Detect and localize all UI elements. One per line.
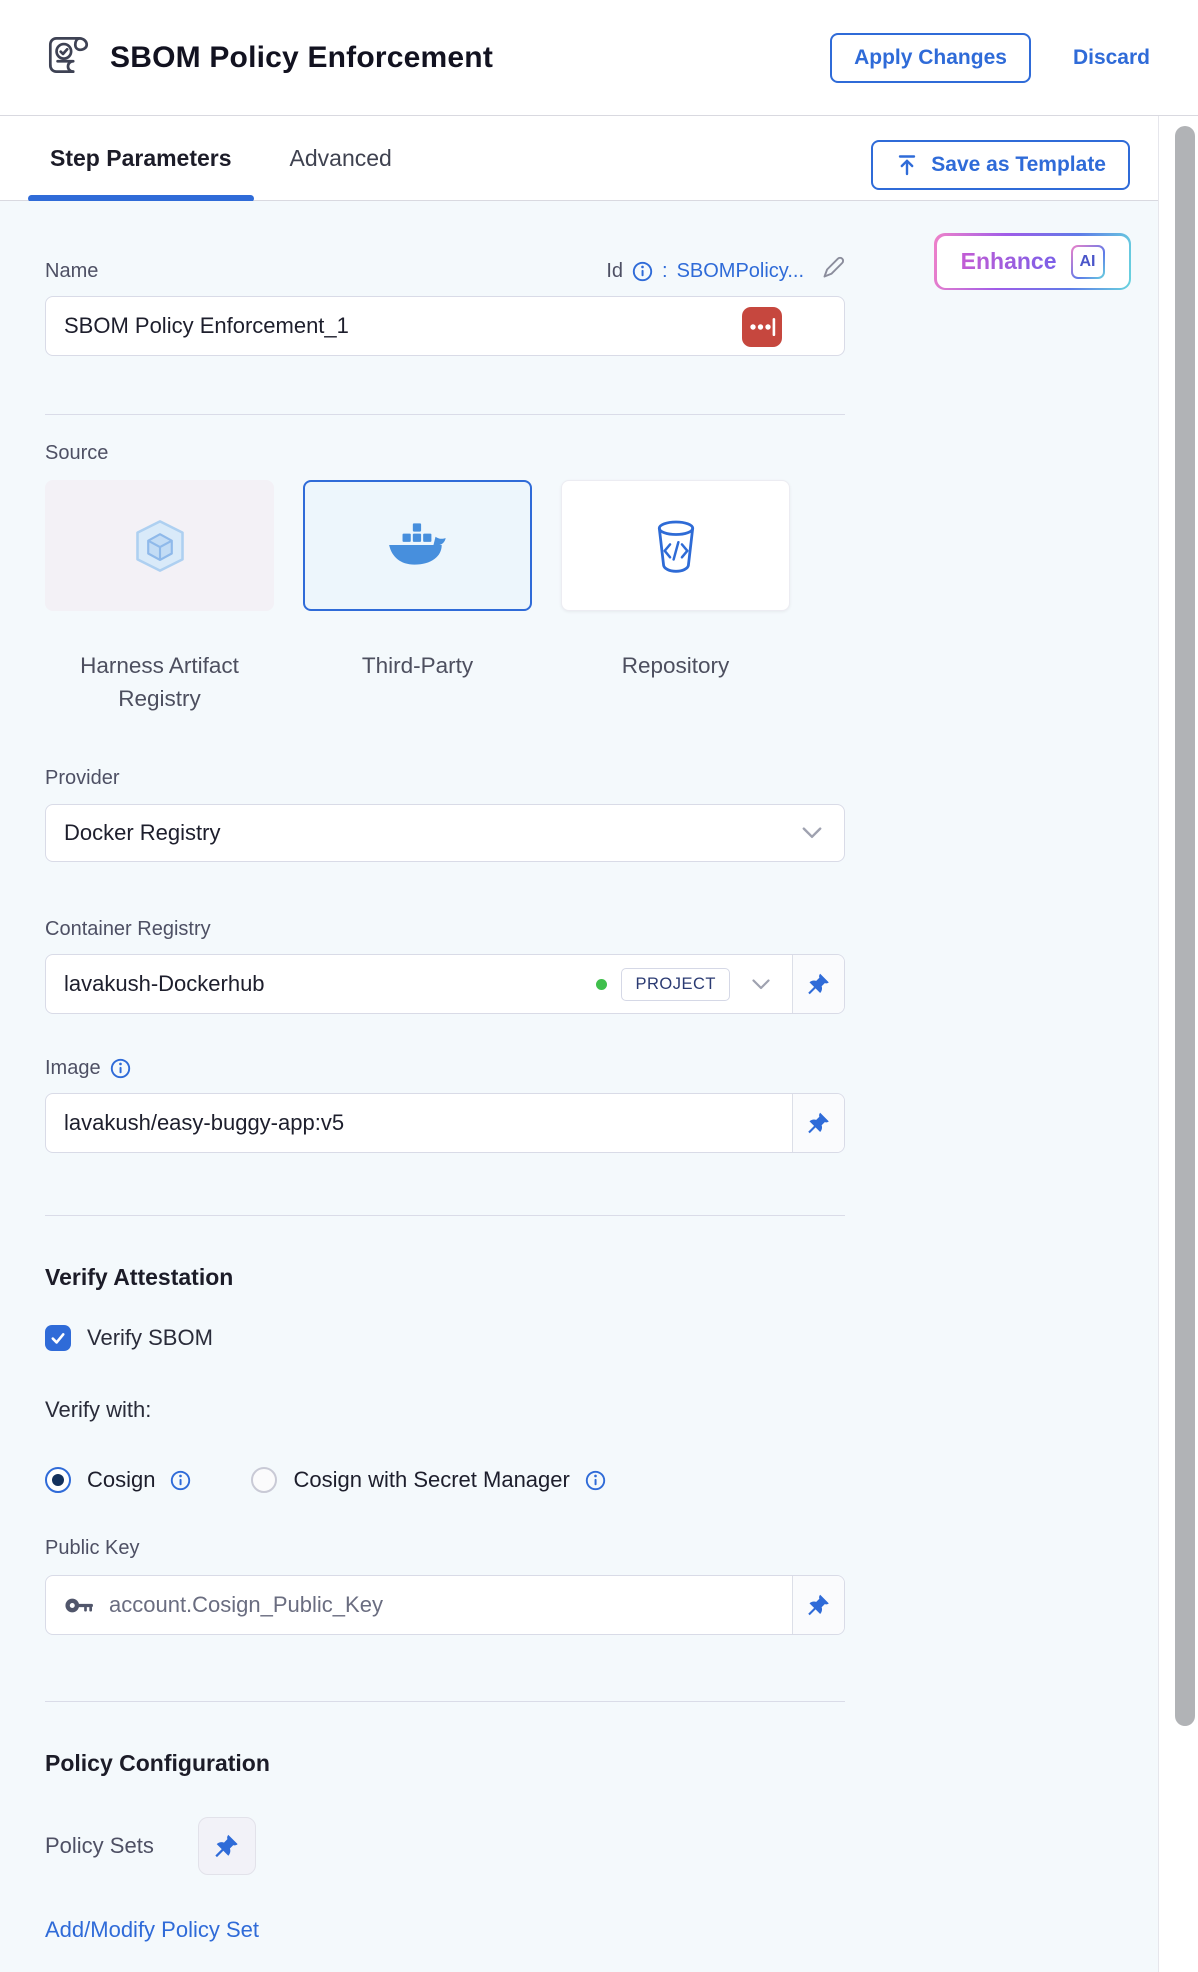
tab-advanced[interactable]: Advanced: [268, 116, 414, 200]
image-label-row: Image: [45, 1057, 845, 1080]
verify-with-radio-group: Cosign Cosign with Secret Manager: [45, 1467, 845, 1493]
name-row: Name Id : SBOMPolicy...: [45, 256, 845, 286]
pin-input-type-button[interactable]: [792, 955, 844, 1013]
pin-icon: [807, 1593, 830, 1617]
name-input[interactable]: SBOM Policy Enforcement_1: [45, 296, 845, 356]
pin-icon: [807, 1111, 830, 1135]
connector-status-dot: [596, 979, 607, 990]
chevron-down-icon: [802, 827, 822, 839]
source-cards: Harness Artifact Registry: [45, 480, 845, 715]
apply-changes-button[interactable]: Apply Changes: [830, 33, 1031, 83]
container-registry-input[interactable]: lavakush-Dockerhub PROJECT: [46, 955, 792, 1013]
public-key-label: Public Key: [45, 1537, 845, 1560]
radio-selected-icon[interactable]: [45, 1467, 71, 1493]
provider-select[interactable]: Docker Registry: [45, 804, 845, 862]
info-icon[interactable]: [585, 1470, 606, 1491]
radio-cosign[interactable]: Cosign: [45, 1467, 191, 1493]
pin-icon: [807, 972, 830, 996]
source-option-repository[interactable]: Repository: [561, 480, 790, 715]
policy-sets-pin-button[interactable]: [198, 1817, 256, 1875]
policy-configuration-heading: Policy Configuration: [45, 1750, 845, 1777]
tab-step-parameters-label: Step Parameters: [50, 145, 232, 172]
public-key-value: account.Cosign_Public_Key: [109, 1592, 776, 1618]
sbom-policy-enforcement-panel: SBOM Policy Enforcement Apply Changes Di…: [0, 0, 1198, 1972]
id-label: Id: [606, 260, 623, 283]
verify-sbom-checkbox[interactable]: [45, 1325, 71, 1351]
verify-sbom-checkbox-row[interactable]: Verify SBOM: [45, 1325, 845, 1351]
container-registry-field: lavakush-Dockerhub PROJECT: [45, 954, 845, 1014]
apply-changes-label: Apply Changes: [854, 46, 1007, 70]
page-title: SBOM Policy Enforcement: [110, 41, 493, 75]
enhance-label: Enhance: [961, 248, 1057, 275]
panel-header: SBOM Policy Enforcement Apply Changes Di…: [0, 0, 1198, 116]
info-icon[interactable]: [632, 261, 653, 282]
repository-icon: [650, 518, 702, 574]
chevron-down-icon[interactable]: [752, 979, 770, 990]
id-value: SBOMPolicy...: [677, 260, 804, 283]
name-input-value: SBOM Policy Enforcement_1: [64, 313, 349, 339]
divider: [45, 414, 845, 415]
source-option-third-party[interactable]: Third-Party: [303, 480, 532, 715]
divider: [45, 1701, 845, 1702]
container-registry-value: lavakush-Dockerhub: [64, 971, 582, 997]
tab-bar: Step Parameters Advanced Save as Templat…: [0, 116, 1198, 201]
policy-sets-label: Policy Sets: [45, 1833, 154, 1859]
sbom-scroll-check-icon: [42, 31, 94, 84]
scrollbar-thumb[interactable]: [1175, 126, 1195, 1726]
scrollbar-track[interactable]: [1158, 116, 1198, 1972]
save-as-template-button[interactable]: Save as Template: [871, 140, 1130, 190]
step-parameters-content: Enhance AI Name Id : SBOMPolicy: [0, 201, 1198, 1972]
radio-cosign-secret-manager[interactable]: Cosign with Secret Manager: [251, 1467, 605, 1493]
source-label: Source: [45, 442, 845, 465]
verify-with-label: Verify with:: [45, 1397, 845, 1423]
provider-value: Docker Registry: [64, 820, 220, 846]
verify-attestation-heading: Verify Attestation: [45, 1264, 845, 1291]
step-id-group: Id : SBOMPolicy...: [606, 256, 845, 286]
tab-step-parameters[interactable]: Step Parameters: [28, 116, 254, 200]
image-field: lavakush/easy-buggy-app:v5: [45, 1093, 845, 1153]
docker-whale-icon: [385, 521, 451, 571]
provider-label: Provider: [45, 767, 845, 790]
image-input[interactable]: lavakush/easy-buggy-app:v5: [46, 1094, 792, 1152]
check-icon: [49, 1329, 67, 1347]
harness-artifact-registry-icon: [130, 516, 190, 576]
source-option-label: Repository: [622, 649, 730, 682]
input-options-icon[interactable]: [742, 307, 782, 347]
key-icon: [64, 1595, 95, 1616]
radio-unselected-icon[interactable]: [251, 1467, 277, 1493]
discard-button[interactable]: Discard: [1073, 46, 1150, 70]
image-label: Image: [45, 1057, 101, 1080]
save-as-template-label: Save as Template: [931, 153, 1106, 177]
tab-advanced-label: Advanced: [290, 145, 392, 172]
divider: [45, 1215, 845, 1216]
radio-cosign-secret-manager-label: Cosign with Secret Manager: [293, 1467, 569, 1493]
add-modify-policy-set-link[interactable]: Add/Modify Policy Set: [45, 1917, 259, 1943]
source-option-label: Harness Artifact Registry: [45, 649, 274, 715]
source-option-label: Third-Party: [362, 649, 473, 682]
id-separator: :: [662, 260, 668, 283]
enhance-ai-button[interactable]: Enhance AI: [934, 233, 1131, 290]
public-key-input[interactable]: account.Cosign_Public_Key: [46, 1576, 792, 1634]
edit-id-pencil-icon[interactable]: [821, 256, 845, 286]
name-label: Name: [45, 260, 98, 283]
ai-badge-icon: AI: [1071, 245, 1105, 279]
info-icon[interactable]: [110, 1058, 131, 1079]
upload-icon: [895, 153, 919, 177]
source-option-harness-artifact-registry[interactable]: Harness Artifact Registry: [45, 480, 274, 715]
scope-badge: PROJECT: [621, 968, 730, 1001]
verify-sbom-label: Verify SBOM: [87, 1325, 213, 1351]
container-registry-label: Container Registry: [45, 918, 845, 941]
radio-cosign-label: Cosign: [87, 1467, 155, 1493]
discard-label: Discard: [1073, 46, 1150, 69]
pin-icon: [214, 1833, 239, 1859]
pin-input-type-button[interactable]: [792, 1094, 844, 1152]
pin-input-type-button[interactable]: [792, 1576, 844, 1634]
image-value: lavakush/easy-buggy-app:v5: [64, 1110, 776, 1136]
public-key-field: account.Cosign_Public_Key: [45, 1575, 845, 1635]
policy-sets-row: Policy Sets: [45, 1817, 845, 1875]
info-icon[interactable]: [170, 1470, 191, 1491]
